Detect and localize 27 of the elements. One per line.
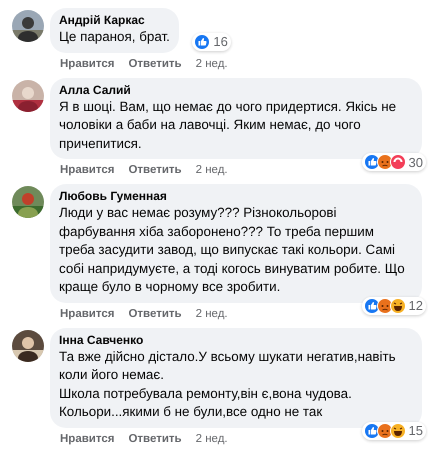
haha-reaction-icon (390, 298, 406, 314)
reply-link[interactable]: Ответить (128, 56, 182, 70)
author-name[interactable]: Інна Савченко (59, 332, 413, 348)
reply-link[interactable]: Ответить (128, 306, 182, 320)
like-link[interactable]: Нравится (60, 56, 114, 70)
like-link[interactable]: Нравится (60, 163, 114, 177)
timestamp: 2 нед. (196, 432, 228, 446)
reply-link[interactable]: Ответить (128, 163, 182, 177)
reactions-badge[interactable]: 30 (362, 153, 426, 171)
comment-text: Та вже дійсно дістало.У всьому шукати негатив,навіть коли його немає. Школа потребувала ремонту,він є,вона чудова. Кольори...якими б не були,все одно не так (59, 348, 397, 421)
like-link[interactable]: Нравится (60, 306, 114, 320)
reactions-badge[interactable]: 16 (192, 32, 231, 50)
author-name[interactable]: Алла Салий (59, 82, 413, 98)
author-name[interactable]: Андрій Каркас (59, 13, 170, 28)
haha-reaction-icon (390, 422, 406, 438)
comment-text: Це параноя, брат. (59, 28, 170, 46)
reactions-badge[interactable]: 12 (362, 296, 426, 314)
timestamp: 2 нед. (196, 306, 228, 320)
like-reaction-icon (194, 34, 210, 50)
reactions-badge[interactable]: 15 (362, 422, 426, 440)
like-link[interactable]: Нравится (60, 432, 114, 446)
author-name[interactable]: Любовь Гуменная (59, 189, 413, 204)
reply-link[interactable]: Ответить (128, 432, 182, 446)
comment-text: Люди у вас немає розуму??? Різнокольорові фарбування хіба заборонено??? То треба першим треба засудити завод, що випускає такі кольори. Самі собі напридумуєте, а тоді когось винуватим робите. Що краще було в чорному все зробити. (59, 204, 406, 296)
timestamp: 2 нед. (196, 163, 228, 177)
timestamp: 2 нед. (196, 56, 228, 70)
comment-text: Я в шоці. Вам, що немає до чого придертися. Якісь не чоловіки а баби на лавочці. Яким немає, до чого причепитися. (59, 98, 398, 153)
